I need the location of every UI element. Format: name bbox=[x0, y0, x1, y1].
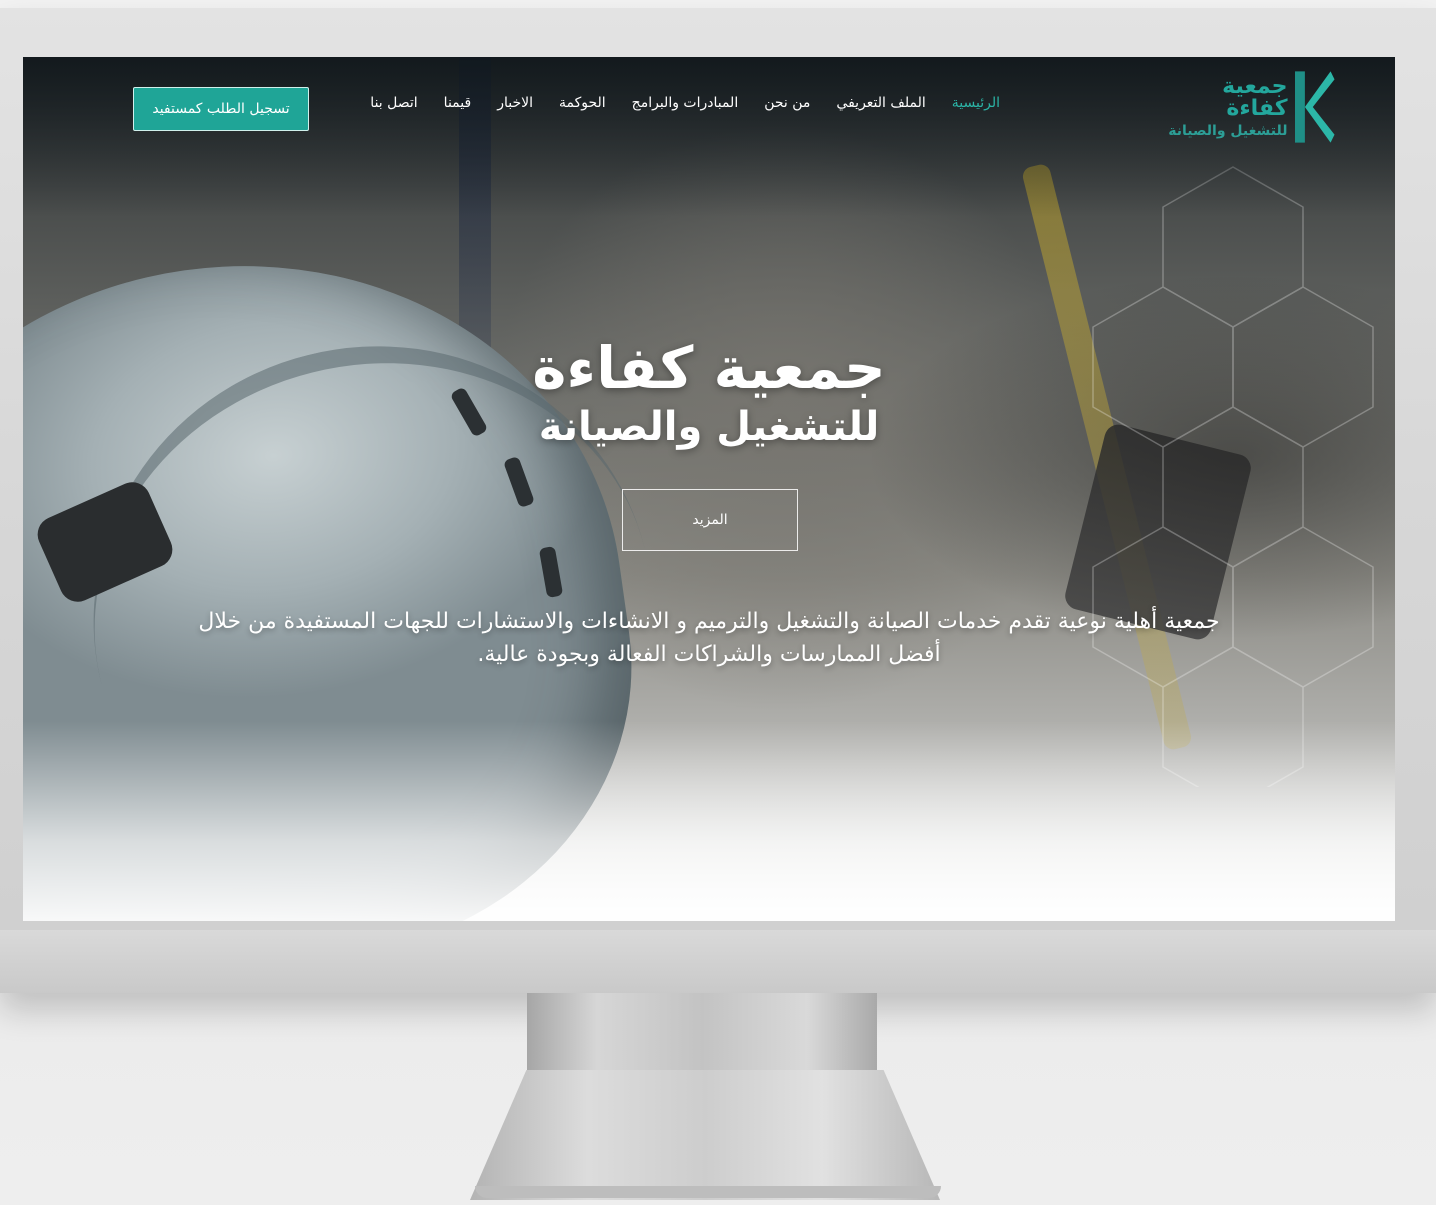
nav-item-news[interactable]: الاخبار bbox=[497, 95, 533, 111]
hexagon-pattern bbox=[1092, 166, 1374, 787]
monitor-mockup: جمعية كفاءة للتشغيل والصيانة الرئيسية ال… bbox=[0, 0, 1436, 1205]
nav-item-profile[interactable]: الملف التعريفي bbox=[836, 95, 925, 111]
site-logo[interactable]: جمعية كفاءة للتشغيل والصيانة bbox=[1155, 69, 1335, 145]
nav-item-contact[interactable]: اتصل بنا bbox=[370, 95, 417, 111]
nav-item-values[interactable]: قيمنا bbox=[444, 95, 472, 111]
nav-item-about[interactable]: من نحن bbox=[764, 95, 810, 111]
logo-title: جمعية كفاءة bbox=[1222, 74, 1288, 121]
register-beneficiary-button[interactable]: تسجيل الطلب كمستفيد bbox=[133, 87, 309, 131]
nav-item-initiatives[interactable]: المبادرات والبرامج bbox=[632, 95, 739, 111]
more-button[interactable]: المزيد bbox=[622, 489, 798, 551]
hero-title-sub: للتشغيل والصيانة bbox=[538, 403, 880, 450]
monitor-chin bbox=[0, 930, 1436, 993]
monitor-stand-foot bbox=[475, 1186, 941, 1198]
nav-item-governance[interactable]: الحوكمة bbox=[559, 95, 606, 111]
site-header: جمعية كفاءة للتشغيل والصيانة الرئيسية ال… bbox=[23, 57, 1395, 167]
hero-description: جمعية أهلية نوعية تقدم خدمات الصيانة وال… bbox=[198, 609, 1220, 667]
logo-text: جمعية كفاءة للتشغيل والصيانة bbox=[1155, 74, 1288, 139]
monitor-stand-neck bbox=[527, 993, 877, 1073]
nav-item-home[interactable]: الرئيسية bbox=[952, 95, 1000, 111]
monitor-stand-base bbox=[470, 1070, 940, 1200]
k-logo-icon bbox=[1295, 71, 1335, 143]
bottom-fade bbox=[23, 721, 1395, 921]
website-screen: جمعية كفاءة للتشغيل والصيانة الرئيسية ال… bbox=[23, 57, 1395, 921]
hero-title-main: جمعية كفاءة bbox=[532, 334, 886, 402]
hero-title: جمعية كفاءة للتشغيل والصيانة bbox=[423, 334, 995, 451]
logo-subtitle: للتشغيل والصيانة bbox=[1168, 123, 1288, 139]
main-nav: الرئيسية الملف التعريفي من نحن المبادرات… bbox=[370, 95, 1000, 111]
